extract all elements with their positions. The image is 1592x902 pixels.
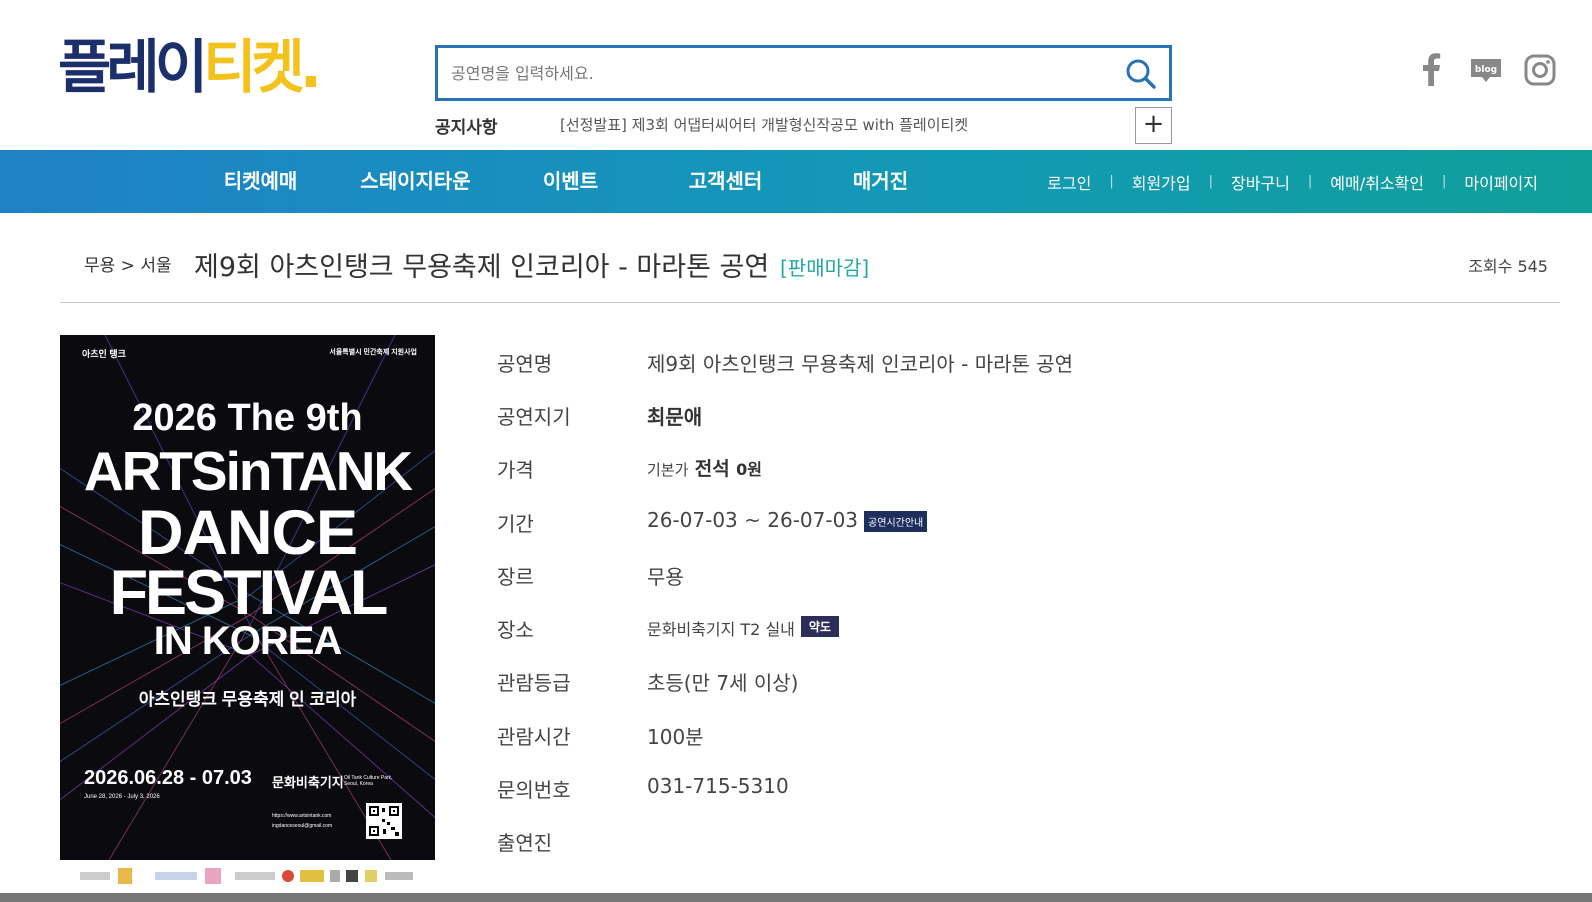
notice-text[interactable]: [선정발표] 제3회 어댑터씨어터 개발형신작공모 with 플레이티켓 [560,114,968,135]
blog-icon-label: blog [1475,65,1497,75]
poster-venue-en: Oil Tank Culture Park, Seoul, Korea [344,775,393,787]
cart-link[interactable]: 장바구니 [1213,170,1308,194]
notice-bar: 공지사항 [선정발표] 제3회 어댑터씨어터 개발형신작공모 with 플레이티… [435,107,1172,146]
nav-events[interactable]: 이벤트 [493,150,648,213]
detail-label: 기간 [497,512,534,536]
poster-dates-en: June 28, 2026 - July 3, 2026 [84,794,160,800]
poster-email: ingdanceseoul@gmail.com [272,823,333,829]
detail-value: 초등(만 7세 이상) [647,671,799,695]
detail-label: 가격 [497,458,534,482]
mypage-link[interactable]: 마이페이지 [1446,170,1556,194]
nav-ticket-booking[interactable]: 티켓예매 [183,150,338,213]
nav-magazine[interactable]: 매거진 [803,150,958,213]
poster-dates: 2026.06.28 - 07.03 [84,767,252,789]
notice-label: 공지사항 [435,118,498,138]
period-value: 26-07-03 ~ 26-07-03 [647,508,859,532]
detail-label: 공연명 [497,352,553,376]
signup-link[interactable]: 회원가입 [1114,170,1209,194]
main-navigation: 티켓예매 스테이지타운 이벤트 고객센터 매거진 로그인 | 회원가입 | 장바… [0,150,1592,213]
detail-label: 관람시간 [497,725,571,749]
detail-value: 26-07-03 ~ 26-07-03 공연시간안내 [647,508,928,532]
map-button[interactable]: 약도 [800,616,839,637]
login-link[interactable]: 로그인 [1029,170,1109,194]
menu-separator: | [1442,174,1447,189]
search-box [435,45,1172,101]
qr-code-icon [366,803,402,839]
poster-org-logo: 아츠인 탱크 [82,349,126,359]
detail-value: 최문애 [647,405,703,429]
logo-text-ticket: 티켓. [203,33,322,101]
blog-icon[interactable]: blog [1468,52,1504,88]
logo-text-play: 플레이 [58,33,208,101]
price-prefix: 기본가 [647,461,689,479]
detail-label: 공연지기 [497,405,571,429]
top-header: 플레이티켓. 공지사항 [선정발표] 제3회 어댑터씨어터 개발형신작공모 wi… [0,0,1592,150]
detail-value: 100분 [647,725,704,749]
notice-more-button[interactable]: + [1135,107,1172,144]
sponsor-logos-icon [80,868,413,884]
poster-venue: 문화비축기지 [272,775,344,790]
instagram-icon[interactable] [1522,52,1558,88]
search-input[interactable] [438,48,1169,98]
menu-separator: | [1109,174,1114,189]
poster-support-text: 서울특별시 민간축제 지원사업 [329,349,417,356]
site-logo[interactable]: 플레이티켓. [58,33,322,101]
poster-korean-title: 아츠인탱크 무용축제 인 코리아 [138,690,357,709]
sale-status-badge: [판매마감] [780,256,870,280]
bottom-scroll-bar [0,893,1592,902]
detail-value: 무용 [647,565,684,589]
poster-image: 아츠인 탱크 서울특별시 민간축제 지원사업 2026 The 9th ARTS… [60,335,435,893]
detail-value: 기본가 전석 0원 [647,454,762,481]
nav-customer-center[interactable]: 고객센터 [648,150,803,213]
menu-separator: | [1208,174,1213,189]
view-count: 조회수 545 [1468,257,1548,276]
detail-label: 문의번호 [497,778,571,802]
poster-url: https://www.artsintank.com [272,813,332,819]
main-menu: 티켓예매 스테이지타운 이벤트 고객센터 매거진 [183,150,958,213]
price-seat: 전석 [694,458,730,480]
detail-value: 제9회 아츠인탱크 무용축제 인코리아 - 마라톤 공연 [647,352,1074,376]
showtime-info-button[interactable]: 공연시간안내 [864,511,928,532]
detail-value: 문화비축기지 T2 실내 약도 [647,616,839,640]
price-amount: 0원 [736,460,762,479]
poster-line2: ARTSinTANK [83,440,413,502]
sponsor-logos-strip [60,860,435,893]
detail-value: 031-715-5310 [647,774,789,798]
detail-label: 관람등급 [497,671,571,695]
detail-label: 장소 [497,618,534,642]
detail-label: 출연진 [497,831,553,855]
user-menu: 로그인 | 회원가입 | 장바구니 | 예매/취소확인 | 마이페이지 [1029,150,1556,213]
nav-stage-town[interactable]: 스테이지타운 [338,150,493,213]
page-title: 제9회 아츠인탱크 무용축제 인코리아 - 마라톤 공연 [194,252,770,283]
breadcrumb[interactable]: 무용 > 서울 [84,251,172,276]
title-divider [60,302,1560,303]
detail-label: 장르 [497,565,534,589]
menu-separator: | [1307,174,1313,189]
facebook-icon[interactable] [1414,52,1450,88]
poster-line5: IN KOREA [153,619,343,663]
search-icon[interactable] [1125,58,1157,90]
poster-line1: 2026 The 9th [132,397,363,439]
booking-check-link[interactable]: 예매/취소확인 [1312,170,1442,194]
venue-value: 문화비축기지 T2 실내 [647,620,795,639]
